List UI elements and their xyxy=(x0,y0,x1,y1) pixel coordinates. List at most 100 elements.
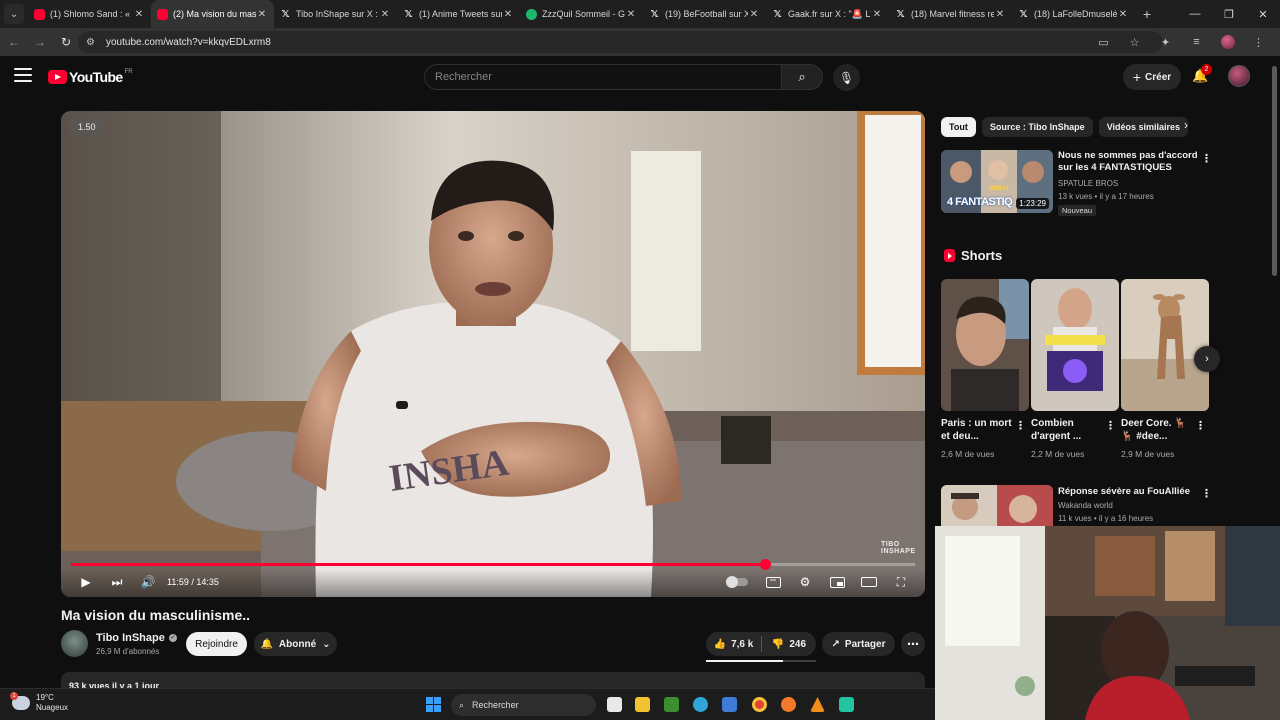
short-item[interactable]: Combien d'argent ... ⋮ 2,2 M de vues xyxy=(1031,279,1119,459)
join-button[interactable]: Rejoindre xyxy=(186,632,247,656)
url-field[interactable]: ⚙ youtube.com/watch?v=kkqvEDLxrm8 xyxy=(78,31,1163,53)
shorts-next-button[interactable]: › xyxy=(1194,346,1220,372)
more-vert-icon[interactable]: ⋮ xyxy=(1105,419,1116,432)
cast-icon[interactable]: ▭ xyxy=(1088,30,1119,54)
taskbar-search[interactable]: ⌕ Rechercher xyxy=(451,694,596,716)
chrome-icon[interactable] xyxy=(752,697,767,712)
share-button[interactable]: ↗ Partager xyxy=(822,632,895,656)
close-tab-icon[interactable]: ✕ xyxy=(871,9,883,20)
recommendation-title[interactable]: Nous ne sommes pas d'accord sur les 4 FA… xyxy=(1058,150,1198,174)
dislike-button[interactable]: 👎 246 xyxy=(762,639,816,650)
forward-icon[interactable]: → xyxy=(28,30,52,54)
close-tab-icon[interactable]: ✕ xyxy=(994,9,1006,20)
recommendation-item[interactable]: Réponse sévère au FouAlliée Wakanda worl… xyxy=(941,485,1216,526)
video-player[interactable]: INSHA 1.50 TIBO INSHAPE ▶ ⏭ 🔊 11:59 / 14… xyxy=(61,111,925,597)
store-icon[interactable] xyxy=(722,697,737,712)
browser-tab[interactable]: 𝕏 (18) Marvel fitness re ✕ xyxy=(889,0,1012,28)
browser-tab[interactable]: 𝕏 (19) BeFootball sur X ✕ xyxy=(643,0,766,28)
autoplay-toggle[interactable] xyxy=(726,573,749,591)
close-tab-icon[interactable]: ✕ xyxy=(1117,9,1129,20)
page-scrollbar[interactable] xyxy=(1270,56,1280,526)
new-tab-icon[interactable]: + xyxy=(1135,6,1159,22)
close-tab-icon[interactable]: ✕ xyxy=(133,9,145,20)
more-vert-icon[interactable]: ⋮ xyxy=(1015,419,1026,432)
file-explorer-icon[interactable] xyxy=(635,697,650,712)
more-vert-icon[interactable]: ⋮ xyxy=(1195,419,1206,432)
progress-bar[interactable] xyxy=(71,559,915,570)
vlc-icon[interactable] xyxy=(810,697,825,712)
short-title[interactable]: Deer Core. 🦌🦌 #dee... xyxy=(1121,417,1193,443)
browser-tab[interactable]: 𝕏 Tibo InShape sur X : ✕ xyxy=(274,0,397,28)
nvidia-icon[interactable] xyxy=(664,697,679,712)
settings-button[interactable]: ⚙ xyxy=(796,573,814,591)
close-tab-icon[interactable]: ✕ xyxy=(625,9,637,20)
theater-mode-button[interactable] xyxy=(860,573,878,591)
close-tab-icon[interactable]: ✕ xyxy=(502,9,514,20)
next-button[interactable]: ⏭ xyxy=(108,573,126,591)
reload-icon[interactable]: ↻ xyxy=(54,30,78,54)
more-actions-button[interactable]: ⋯ xyxy=(901,632,925,656)
like-button[interactable]: 👍 7,6 k xyxy=(706,636,762,652)
subtitles-button[interactable]: == xyxy=(764,573,782,591)
create-button[interactable]: + Créer xyxy=(1123,64,1181,90)
tab-search-icon[interactable]: ⌄ xyxy=(4,4,24,24)
browser-tab[interactable]: 𝕏 (1) Anime Tweets sur ✕ xyxy=(397,0,520,28)
weather-widget[interactable]: 1 19°C Nuageux xyxy=(10,692,68,713)
youtube-logo[interactable]: YouTube FR xyxy=(48,69,133,85)
close-window-icon[interactable]: ✕ xyxy=(1246,0,1280,28)
miniplayer-button[interactable] xyxy=(828,573,846,591)
task-view-icon[interactable] xyxy=(607,697,622,712)
subscribed-button[interactable]: 🔔 Abonné ⌄ xyxy=(254,632,337,656)
close-tab-icon[interactable]: ✕ xyxy=(379,9,391,20)
recommendation-title[interactable]: Réponse sévère au FouAlliée xyxy=(1058,486,1198,498)
profile-icon[interactable] xyxy=(1212,30,1243,54)
browser-tab[interactable]: (2) Ma vision du mas ✕ xyxy=(151,0,274,28)
channel-avatar[interactable] xyxy=(61,630,88,657)
short-thumbnail[interactable] xyxy=(941,279,1029,411)
fullscreen-button[interactable]: ⛶ xyxy=(892,573,910,591)
browser-tab[interactable]: 𝕏 (18) LaFolleDmuselé ✕ xyxy=(1012,0,1135,28)
browser-tab[interactable]: 𝕏 Gaak.fr sur X : "🚨 L' ✕ xyxy=(766,0,889,28)
channel-name[interactable]: Tibo InShape xyxy=(96,632,165,644)
scrollbar-thumb[interactable] xyxy=(1272,66,1277,276)
close-tab-icon[interactable]: ✕ xyxy=(748,9,760,20)
chips-next-icon[interactable]: › xyxy=(1184,118,1188,132)
account-avatar[interactable] xyxy=(1228,65,1250,87)
site-info-icon[interactable]: ⚙ xyxy=(86,37,98,48)
bookmark-star-icon[interactable]: ☆ xyxy=(1119,30,1150,54)
short-title[interactable]: Paris : un mort et deu... xyxy=(941,417,1013,443)
maximize-icon[interactable]: ❐ xyxy=(1212,0,1246,28)
firefox-icon[interactable] xyxy=(781,697,796,712)
search-button[interactable]: ⌕ xyxy=(781,64,823,90)
recommendation-channel[interactable]: Wakanda world xyxy=(1058,501,1113,510)
close-tab-icon[interactable]: ✕ xyxy=(256,9,268,20)
more-vert-icon[interactable]: ⋮ xyxy=(1201,487,1212,500)
filter-chip[interactable]: Vidéos similaires xyxy=(1098,117,1189,137)
play-button[interactable]: ▶ xyxy=(77,573,95,591)
recommendation-thumbnail[interactable] xyxy=(941,485,1053,526)
notifications-bell-icon[interactable]: 🔔 2 xyxy=(1192,64,1212,86)
short-title[interactable]: Combien d'argent ... xyxy=(1031,417,1103,443)
app-icon[interactable] xyxy=(839,697,854,712)
recommendation-channel[interactable]: SPATULE BROS xyxy=(1058,179,1118,188)
media-controls-icon[interactable]: ≡ xyxy=(1181,30,1212,54)
edge-icon[interactable] xyxy=(693,697,708,712)
voice-search-button[interactable]: 🎙 xyxy=(833,64,860,91)
short-thumbnail[interactable] xyxy=(1031,279,1119,411)
short-item[interactable]: Deer Core. 🦌🦌 #dee... ⋮ 2,9 M de vues xyxy=(1121,279,1209,459)
extensions-icon[interactable]: ✦ xyxy=(1150,30,1181,54)
filter-chip[interactable]: Tout xyxy=(941,117,976,137)
recommendation-item[interactable]: DEBAT 4 FANTASTIQ 1:23:29 Nous ne sommes… xyxy=(941,150,1216,220)
recommendation-thumbnail[interactable]: DEBAT 4 FANTASTIQ 1:23:29 xyxy=(941,150,1053,213)
more-vert-icon[interactable]: ⋮ xyxy=(1201,152,1212,165)
windows-start-icon[interactable] xyxy=(426,697,441,712)
short-thumbnail[interactable] xyxy=(1121,279,1209,411)
minimize-icon[interactable]: — xyxy=(1178,0,1212,28)
search-input[interactable]: Rechercher xyxy=(424,64,781,90)
volume-button[interactable]: 🔊 xyxy=(139,573,157,591)
back-icon[interactable]: ← xyxy=(2,30,26,54)
short-item[interactable]: Paris : un mort et deu... ⋮ 2,6 M de vue… xyxy=(941,279,1029,459)
browser-tab[interactable]: (1) Shlomo Sand : « F ✕ xyxy=(28,0,151,28)
menu-icon[interactable] xyxy=(14,68,32,82)
browser-menu-icon[interactable]: ⋮ xyxy=(1243,30,1274,54)
